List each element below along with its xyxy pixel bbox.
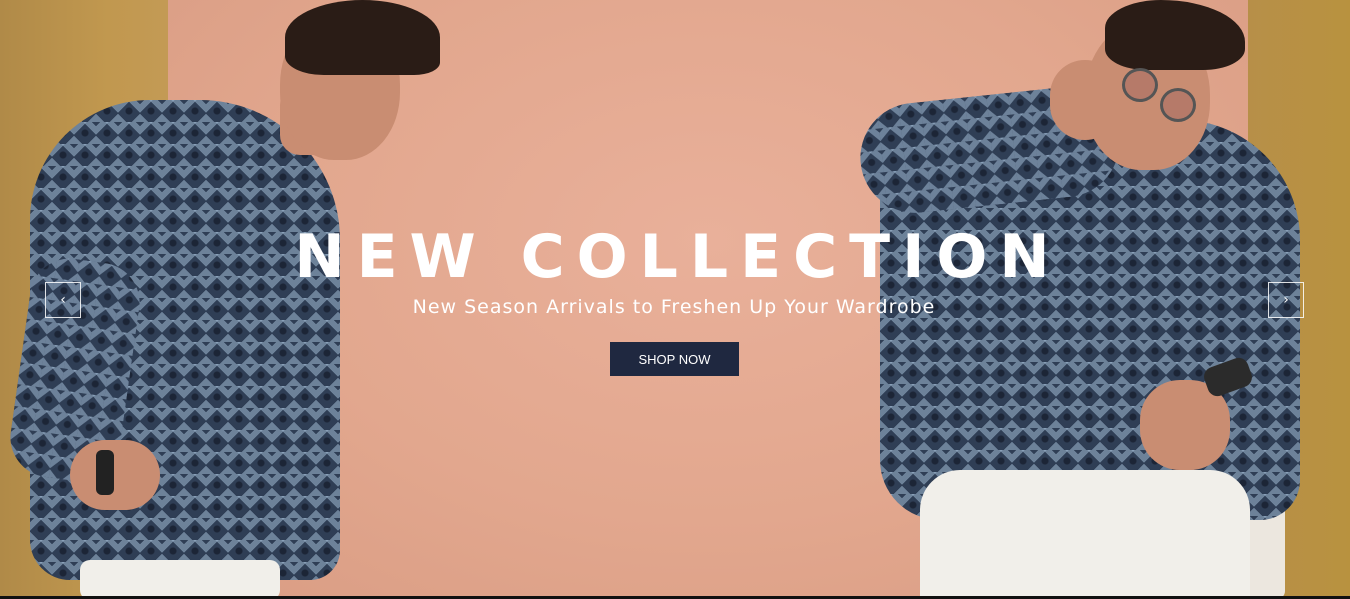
chevron-left-icon: ‹	[60, 292, 66, 308]
sunglasses-right-lens	[1160, 88, 1196, 122]
left-model-pants	[80, 560, 280, 599]
left-model-hair	[285, 0, 440, 75]
hero-subtitle: New Season Arrivals to Freshen Up Your W…	[412, 296, 936, 318]
carousel-next-button[interactable]: ›	[1268, 282, 1304, 318]
shop-now-button[interactable]: SHOP NOW	[610, 342, 739, 376]
hero-banner: NEW COLLECTION New Season Arrivals to Fr…	[0, 0, 1350, 599]
hero-title: NEW COLLECTION	[294, 222, 1062, 292]
sunglasses-left-lens	[1122, 68, 1158, 102]
chevron-right-icon: ›	[1283, 292, 1289, 308]
right-model-pants	[920, 470, 1250, 599]
carousel-prev-button[interactable]: ‹	[45, 282, 81, 318]
left-model-watch	[96, 450, 114, 495]
right-model-hand-neck	[1050, 60, 1120, 140]
left-model-hand	[70, 440, 160, 510]
